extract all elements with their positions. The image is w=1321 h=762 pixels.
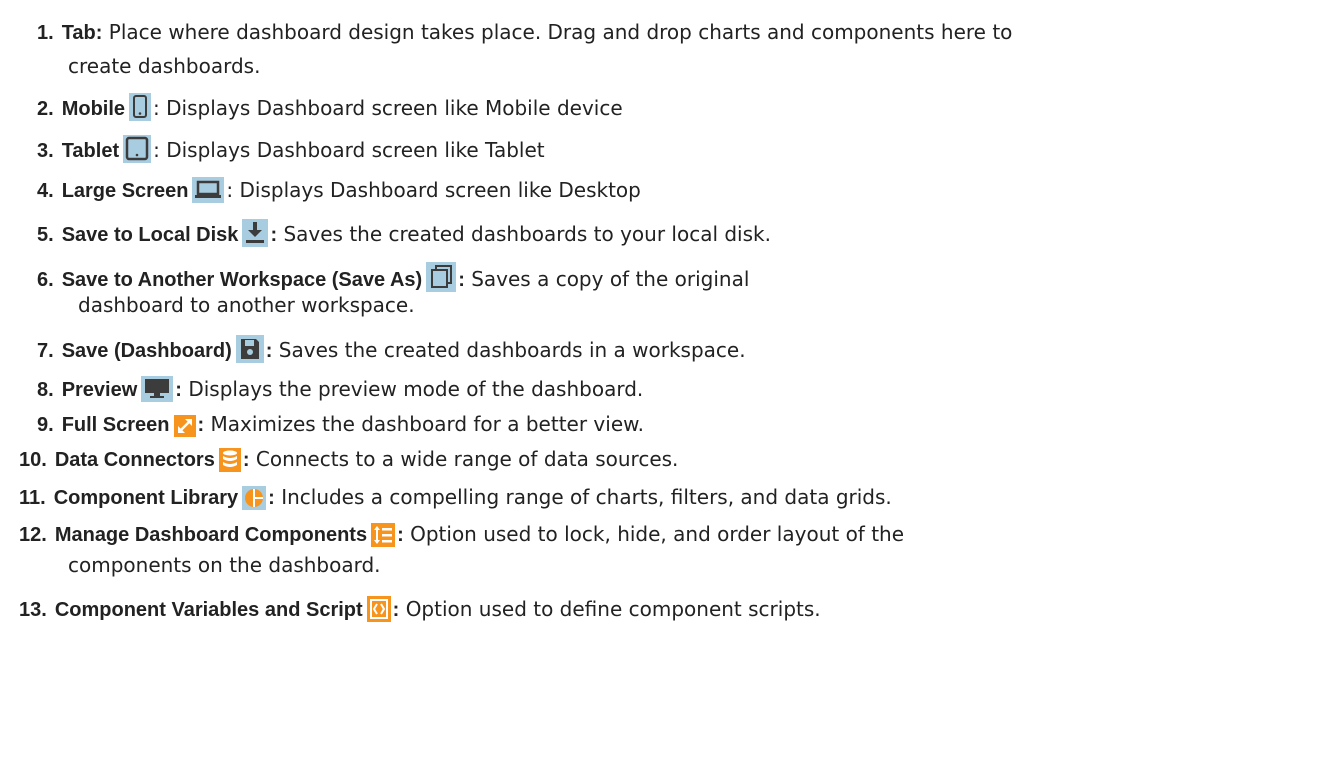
- laptop-icon: [192, 177, 225, 203]
- item-term: Large Screen: [61, 180, 189, 202]
- item-description: Displays the preview mode of the dashboa…: [188, 377, 644, 401]
- list-item: 10. Data Connectors : Connects to a wide …: [19, 446, 678, 473]
- item-description: Place where dashboard design takes place…: [108, 20, 1013, 44]
- download-icon: [242, 219, 269, 247]
- item-term: Component Variables and Script: [54, 599, 363, 621]
- mobile-icon: [129, 93, 152, 121]
- item-term: Preview: [61, 379, 138, 401]
- pie-chart-icon: [242, 486, 267, 510]
- item-term: Save (Dashboard): [61, 340, 232, 362]
- list-item: 4. Large Screen : Displays Dashboard scre…: [37, 177, 641, 204]
- item-term: Save to Another Workspace (Save As): [61, 269, 423, 291]
- item-colon: :: [265, 340, 273, 362]
- item-number: 7.: [37, 340, 54, 362]
- item-number: 9.: [37, 414, 54, 436]
- list-item: 6. Save to Another Workspace (Save As) : …: [37, 262, 749, 293]
- list-item: 13. Component Variables and Script : Opti…: [19, 596, 821, 623]
- script-icon: [366, 596, 391, 622]
- item-term: Manage Dashboard Components: [54, 524, 368, 546]
- item-number: 5.: [37, 224, 54, 246]
- item-number: 8.: [37, 379, 54, 401]
- item-description: create dashboards.: [68, 54, 261, 78]
- item-term: Save to Local Disk: [61, 224, 239, 246]
- item-colon: :: [268, 487, 275, 509]
- item-term: Tab:: [61, 22, 103, 44]
- list-item: 3. Tablet : Displays Dashboard screen lik…: [37, 135, 545, 164]
- item-number: 4.: [37, 180, 54, 202]
- item-description: Option used to define component scripts.: [405, 597, 821, 621]
- item-colon: :: [197, 414, 205, 436]
- item-term: Full Screen: [61, 414, 170, 436]
- list-item: 8. Preview : Displays the preview mode of…: [37, 376, 643, 403]
- item-description: : Displays Dashboard screen like Mobile …: [153, 96, 623, 120]
- item-term: Tablet: [61, 140, 120, 162]
- item-number: 6.: [37, 269, 54, 291]
- fullscreen-icon: [173, 415, 196, 437]
- item-number: 3.: [37, 140, 54, 162]
- item-description: Connects to a wide range of data sources…: [255, 447, 679, 471]
- copy-icon: [426, 262, 457, 292]
- item-number: 11.: [19, 487, 46, 509]
- list-item: 1. Tab: Place where dashboard design take…: [37, 19, 1012, 46]
- item-description: : Displays Dashboard screen like Desktop: [226, 178, 641, 202]
- item-description: Maximizes the dashboard for a better vie…: [210, 412, 645, 436]
- item-description: Includes a compelling range of charts, f…: [281, 485, 892, 509]
- database-icon: [218, 448, 241, 472]
- list-item: 2. Mobile : Displays Dashboard screen lik…: [37, 93, 623, 122]
- list-item: 9. Full Screen : Maximizes the dashboard …: [37, 411, 644, 438]
- item-description: Saves a copy of the original: [471, 267, 750, 291]
- item-term: Data Connectors: [54, 449, 215, 471]
- item-colon: :: [175, 379, 182, 401]
- list-item-continuation: components on the dashboard.: [68, 552, 381, 578]
- monitor-icon: [141, 376, 174, 402]
- item-description: components on the dashboard.: [68, 553, 381, 577]
- list-order-icon: [371, 523, 396, 547]
- save-icon: [235, 335, 264, 363]
- item-colon: :: [458, 269, 465, 291]
- tablet-icon: [123, 135, 152, 163]
- item-description: Option used to lock, hide, and order lay…: [410, 522, 905, 546]
- item-colon: :: [270, 224, 278, 246]
- item-description: Saves the created dashboards to your loc…: [283, 222, 771, 246]
- item-colon: :: [397, 524, 404, 546]
- list-item: 7. Save (Dashboard) : Saves the created d…: [37, 335, 746, 364]
- item-number: 10.: [19, 449, 47, 471]
- item-description: : Displays Dashboard screen like Tablet: [153, 138, 545, 162]
- list-item-continuation: create dashboards.: [68, 53, 260, 79]
- list-item-continuation: dashboard to another workspace.: [78, 292, 415, 318]
- item-term: Mobile: [61, 98, 126, 120]
- list-item: 5. Save to Local Disk : Saves the created…: [37, 219, 771, 248]
- item-colon: :: [242, 449, 250, 471]
- item-number: 1.: [37, 22, 54, 44]
- item-description: dashboard to another workspace.: [78, 293, 415, 317]
- item-term: Component Library: [53, 487, 239, 509]
- item-description: Saves the created dashboards in a worksp…: [278, 338, 746, 362]
- item-number: 13.: [19, 599, 47, 621]
- list-item: 11. Component Library : Includes a compel…: [19, 484, 892, 511]
- item-number: 2.: [37, 98, 54, 120]
- item-number: 12.: [19, 524, 47, 546]
- list-item: 12. Manage Dashboard Components : Option …: [19, 521, 904, 548]
- item-colon: :: [392, 599, 400, 621]
